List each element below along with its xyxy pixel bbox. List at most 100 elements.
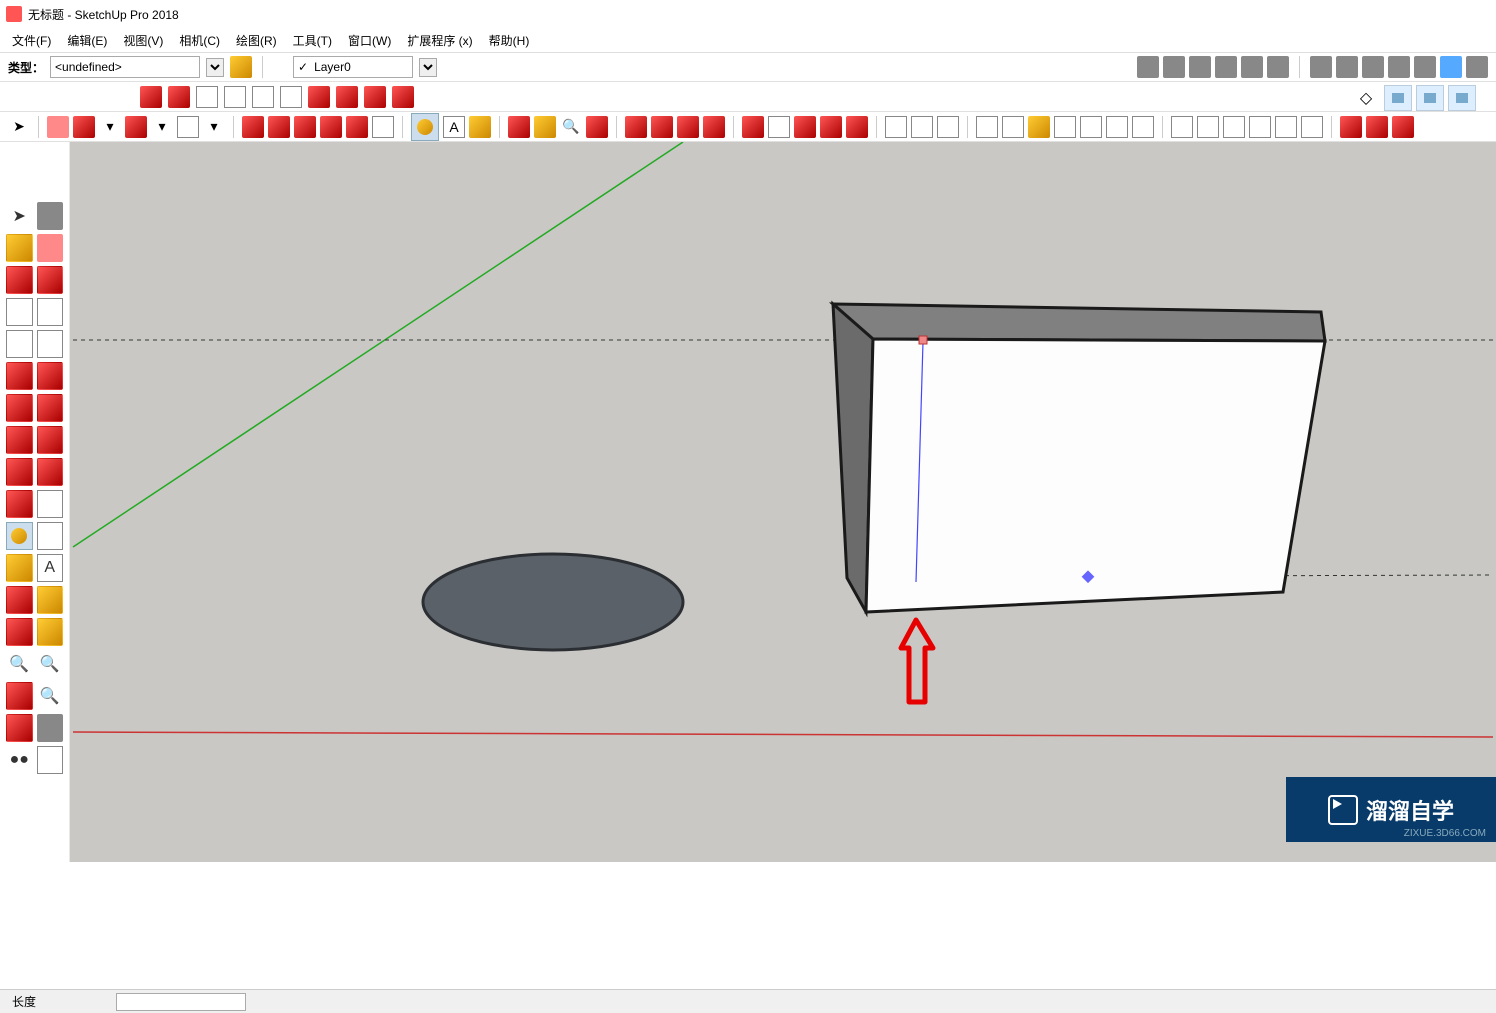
right-view-icon[interactable] [1448, 85, 1476, 111]
style2-icon[interactable] [1002, 116, 1024, 138]
solid5-icon[interactable] [1275, 116, 1297, 138]
model-viewport[interactable]: 溜溜自学 ZIXUE.3D66.COM [70, 142, 1496, 862]
plugin4-icon[interactable] [820, 116, 842, 138]
arc-dropdown[interactable]: ▾ [151, 116, 173, 138]
layer-select[interactable]: ✓ Layer0 [293, 56, 413, 78]
component2-icon[interactable] [1336, 56, 1358, 78]
style5-icon[interactable] [1080, 116, 1102, 138]
circle-tool-icon[interactable] [6, 330, 33, 358]
solid6-icon[interactable] [1301, 116, 1323, 138]
arc-tool-icon[interactable] [125, 116, 147, 138]
paint-bucket-icon[interactable] [469, 116, 491, 138]
warehouse2-icon[interactable] [651, 116, 673, 138]
scale-tool-icon[interactable] [6, 490, 33, 518]
warehouse-icon[interactable] [625, 116, 647, 138]
sandbox2-icon[interactable] [1366, 116, 1388, 138]
rotate-tool-icon[interactable] [6, 458, 33, 486]
solid3-icon[interactable] [1223, 116, 1245, 138]
front-view-icon[interactable] [1416, 85, 1444, 111]
solid1-icon[interactable] [1171, 116, 1193, 138]
component-icon[interactable] [1310, 56, 1332, 78]
freehand-tool-icon[interactable] [37, 266, 64, 294]
top-view-icon[interactable] [1384, 85, 1412, 111]
pushpull-tool-icon[interactable] [37, 426, 64, 454]
polygon-icon[interactable] [280, 86, 302, 108]
menu-draw[interactable]: 绘图(R) [230, 30, 283, 51]
plugin2-icon[interactable] [768, 116, 790, 138]
tape-tool-icon[interactable] [6, 522, 33, 550]
section3-icon[interactable] [937, 116, 959, 138]
arc3-icon[interactable] [364, 86, 386, 108]
style3-icon[interactable] [1028, 116, 1050, 138]
polygon-tool-icon[interactable] [37, 330, 64, 358]
menu-camera[interactable]: 相机(C) [173, 30, 226, 51]
orbit-icon[interactable] [508, 116, 530, 138]
rotated-rect-tool-icon[interactable] [37, 298, 64, 326]
pencil-icon[interactable] [140, 86, 162, 108]
sandbox1-icon[interactable] [1340, 116, 1362, 138]
make-component-icon[interactable] [37, 202, 64, 230]
style4-icon[interactable] [1054, 116, 1076, 138]
house2-icon[interactable] [1189, 56, 1211, 78]
text-tool-icon[interactable]: A [37, 554, 64, 582]
arc-tool-large-icon[interactable] [6, 362, 33, 390]
paint-tool-icon[interactable] [6, 234, 33, 262]
look-around-icon[interactable] [37, 714, 64, 742]
position-camera-icon[interactable] [6, 714, 33, 742]
dimension-tool-icon[interactable] [37, 522, 64, 550]
shape-icon[interactable] [177, 116, 199, 138]
style6-icon[interactable] [1106, 116, 1128, 138]
eraser-icon[interactable] [47, 116, 69, 138]
house3-icon[interactable] [1241, 56, 1263, 78]
followme-icon[interactable] [346, 116, 368, 138]
shape-dropdown[interactable]: ▾ [203, 116, 225, 138]
box2-icon[interactable] [1215, 56, 1237, 78]
style7-icon[interactable] [1132, 116, 1154, 138]
select-tool-icon[interactable]: ➤ [6, 202, 33, 230]
line-dropdown[interactable]: ▾ [99, 116, 121, 138]
plugin3-icon[interactable] [794, 116, 816, 138]
component6-icon[interactable] [1440, 56, 1462, 78]
menu-edit[interactable]: 编辑(E) [61, 30, 113, 51]
sandbox3-icon[interactable] [1392, 116, 1414, 138]
layout-icon[interactable] [677, 116, 699, 138]
style1-icon[interactable] [976, 116, 998, 138]
protractor-tool-icon[interactable] [6, 554, 33, 582]
text-icon[interactable]: A [443, 116, 465, 138]
arc2-icon[interactable] [336, 86, 358, 108]
select-icon[interactable]: ➤ [8, 116, 30, 138]
line-icon[interactable] [73, 116, 95, 138]
pie-tool-icon[interactable] [37, 394, 64, 422]
offset-icon[interactable] [372, 116, 394, 138]
followme-tool-icon[interactable] [37, 458, 64, 486]
section-tool-icon[interactable] [37, 746, 64, 774]
axes-tool-icon[interactable] [6, 586, 33, 614]
freehand-icon[interactable] [168, 86, 190, 108]
box-icon[interactable] [1163, 56, 1185, 78]
scale-icon[interactable] [320, 116, 342, 138]
pie-icon[interactable] [392, 86, 414, 108]
pushpull-icon[interactable] [268, 116, 290, 138]
rotated-rect-icon[interactable] [224, 86, 246, 108]
solid2-icon[interactable] [1197, 116, 1219, 138]
component5-icon[interactable] [1414, 56, 1436, 78]
orbit-tool-icon[interactable] [6, 618, 33, 646]
plugin5-icon[interactable] [846, 116, 868, 138]
menu-window[interactable]: 窗口(W) [342, 30, 397, 51]
type-select[interactable] [50, 56, 200, 78]
zoom-tool-icon[interactable]: 🔍 [6, 650, 33, 678]
offset-tool-icon[interactable] [37, 490, 64, 518]
component3-icon[interactable] [1362, 56, 1384, 78]
menu-ext[interactable]: 扩展程序 (x) [401, 30, 478, 51]
layer-dropdown[interactable] [419, 58, 437, 77]
measurement-input[interactable] [116, 993, 246, 1011]
ext-warehouse-icon[interactable] [703, 116, 725, 138]
zoom-window-icon[interactable]: 🔍 [37, 650, 64, 678]
menu-help[interactable]: 帮助(H) [483, 30, 536, 51]
zoom-extents-tool-icon[interactable] [6, 682, 33, 710]
menu-view[interactable]: 视图(V) [117, 30, 169, 51]
menu-file[interactable]: 文件(F) [6, 30, 57, 51]
section-icon[interactable] [885, 116, 907, 138]
move-icon[interactable] [242, 116, 264, 138]
line-tool-icon[interactable] [6, 266, 33, 294]
